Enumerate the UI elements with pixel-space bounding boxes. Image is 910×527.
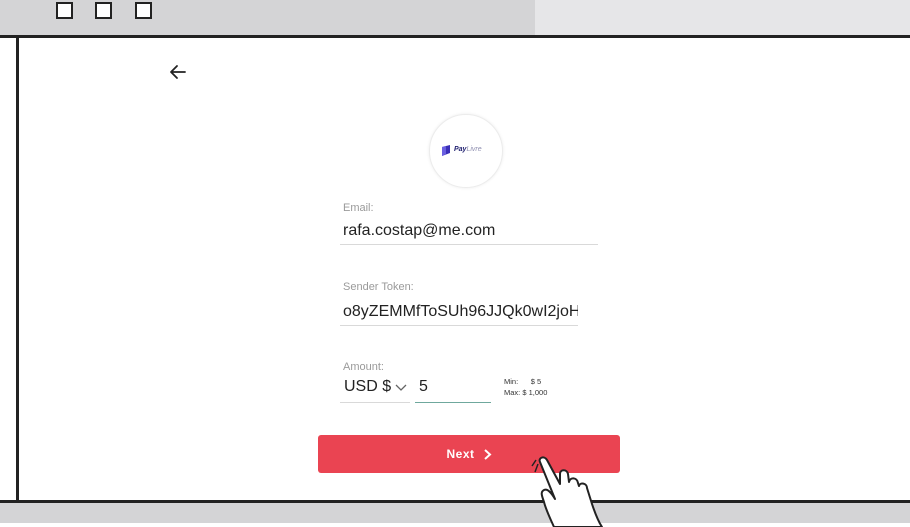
paylivre-mark-icon [442, 145, 450, 156]
window-border-left [16, 38, 19, 500]
amount-input[interactable]: 5 [419, 378, 428, 396]
min-label: Min: [504, 377, 519, 386]
sender-token-field[interactable]: o8yZEMMfToSUh96JJQk0wI2joHrc [343, 303, 578, 321]
min-row: Min: $ 5 [504, 376, 547, 387]
next-button-label: Next [446, 447, 475, 461]
logo-text-light: Livre [466, 146, 482, 153]
chevron-right-icon [483, 448, 491, 460]
window-button-1[interactable] [56, 2, 73, 19]
title-bar [0, 0, 910, 38]
window-button-3[interactable] [135, 2, 152, 19]
title-bar-right-area [535, 0, 910, 35]
min-value: $ 5 [530, 377, 542, 386]
amount-label: Amount: [343, 361, 384, 373]
amount-limits: Min: $ 5 Max: $ 1,000 [504, 376, 547, 398]
hand-pointer-icon [531, 456, 603, 527]
max-row: Max: $ 1,000 [504, 387, 547, 398]
currency-select[interactable]: USD $ [344, 378, 391, 396]
max-value: $ 1,000 [522, 388, 548, 397]
sender-token-label: Sender Token: [343, 281, 414, 293]
currency-underline [340, 402, 410, 403]
logo-text: PayLivre [454, 146, 482, 153]
logo-text-bold: Pay [454, 146, 467, 153]
bottom-bar [0, 500, 910, 523]
window-button-2[interactable] [95, 2, 112, 19]
app-window: PayLivre Email: rafa.costap@me.com Sende… [0, 0, 910, 527]
chevron-down-icon[interactable] [395, 381, 407, 393]
amount-underline [415, 402, 491, 403]
email-underline [340, 244, 598, 245]
paylivre-logo: PayLivre [429, 114, 503, 188]
max-label: Max: [504, 388, 521, 397]
email-field[interactable]: rafa.costap@me.com [343, 222, 598, 240]
sender-token-underline [340, 325, 578, 326]
arrow-left-icon[interactable] [166, 60, 190, 84]
email-label: Email: [343, 202, 374, 214]
